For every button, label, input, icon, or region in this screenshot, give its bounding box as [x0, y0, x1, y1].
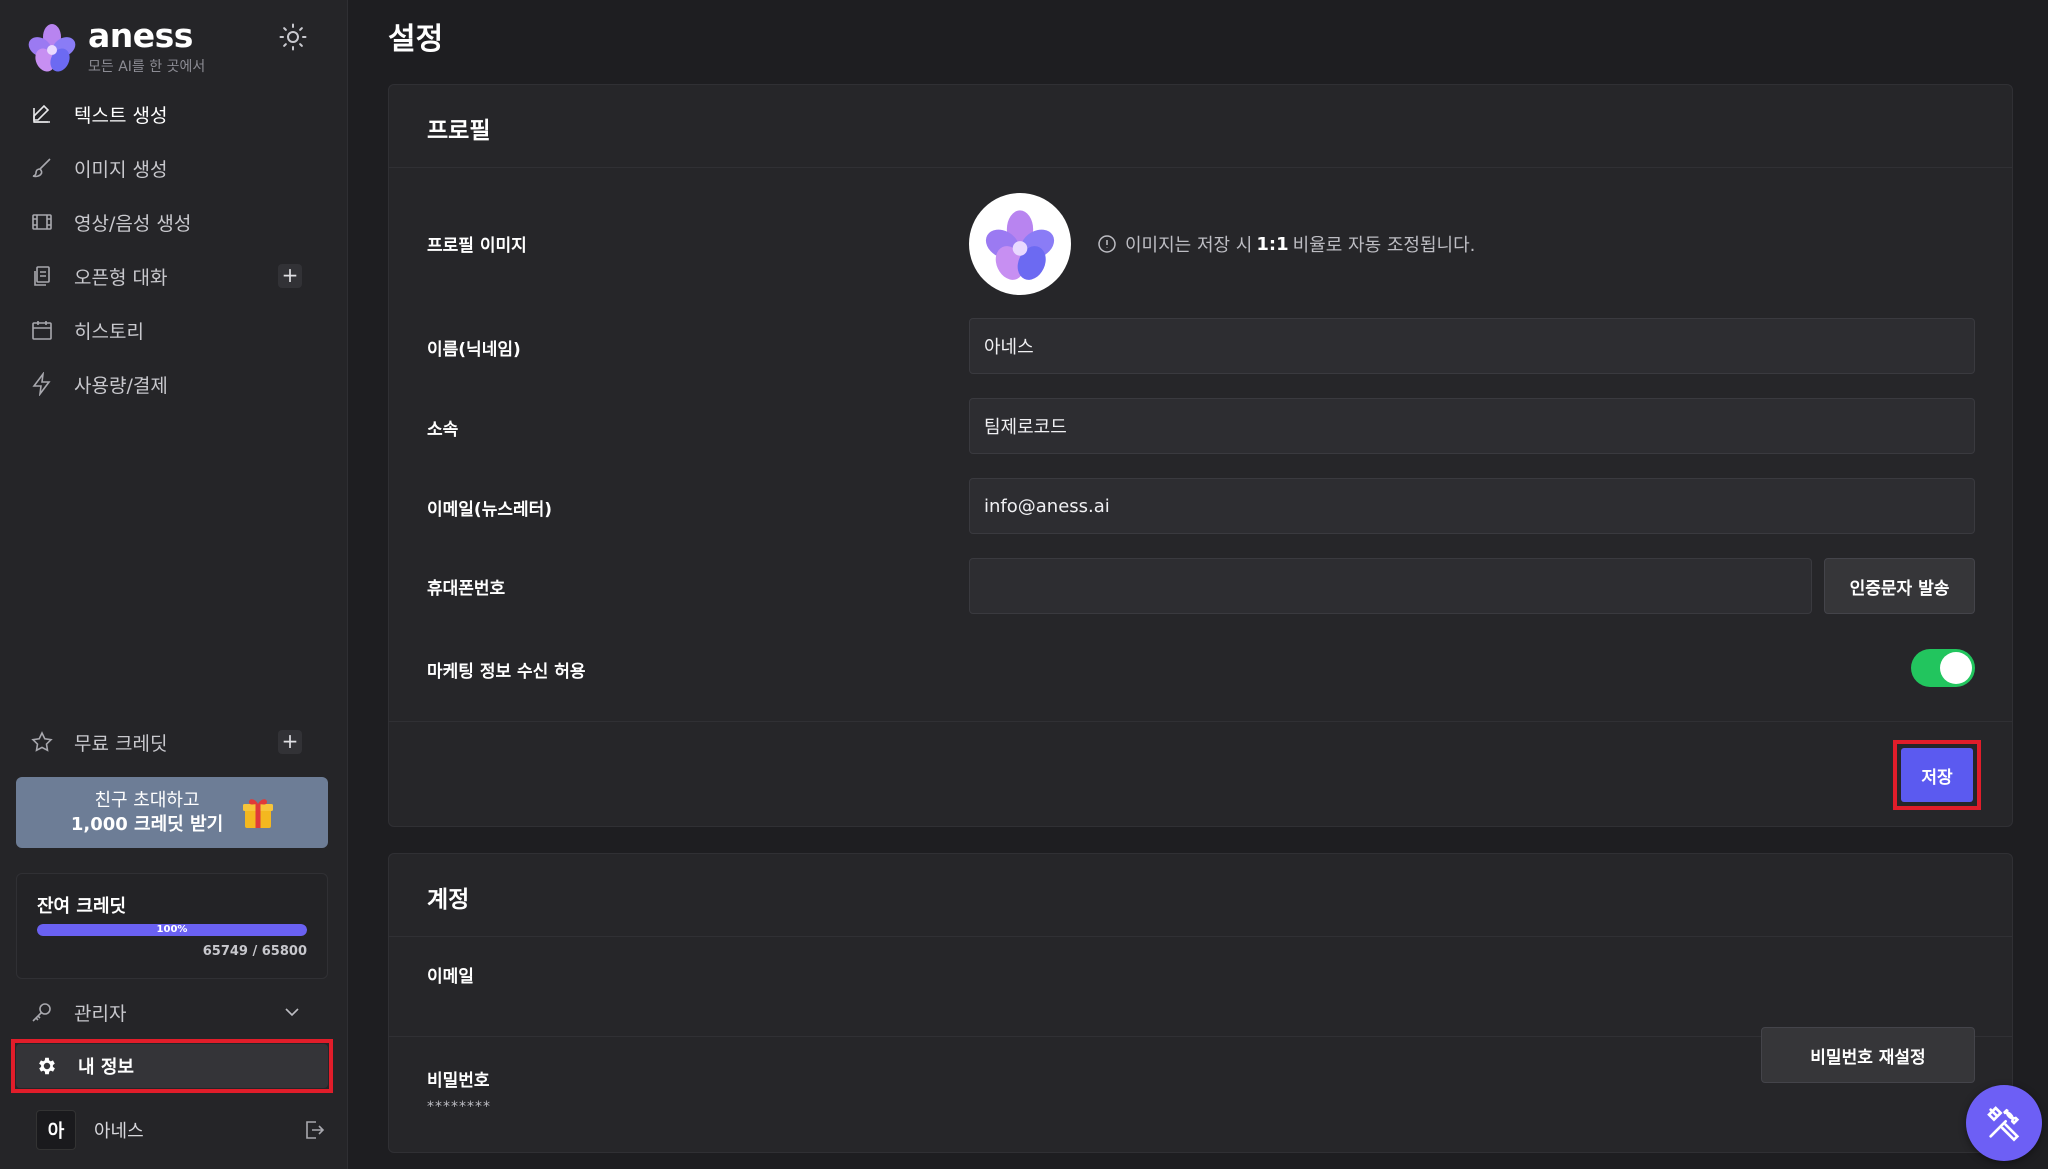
new-chat-plus-button[interactable]: +: [278, 264, 302, 288]
org-input[interactable]: [969, 398, 1975, 454]
account-card-title: 계정: [427, 887, 470, 913]
invite-line-2: 1,000 크레딧 받기: [70, 813, 224, 835]
chevron-down-icon: [285, 1008, 299, 1017]
image-note-ratio: 1:1: [1256, 233, 1289, 255]
marketing-consent-label: 마케팅 정보 수신 허용: [427, 662, 586, 682]
calendar-icon: [32, 321, 52, 340]
account-card-header: 계정: [389, 854, 2012, 937]
sidebar: aness 모든 AI를 한 곳에서 텍스트 생성 이미지 생성 영상/음성 생…: [0, 0, 348, 1169]
brand-tagline: 모든 AI를 한 곳에서: [88, 59, 206, 75]
nav-image-generation[interactable]: 이미지 생성: [30, 148, 320, 188]
invite-line-1: 친구 초대하고: [94, 789, 200, 811]
page-title: 설정: [388, 22, 444, 57]
chat-copy-icon: [34, 266, 50, 286]
profile-card: 프로필 프로필 이미지 이미지는 저장 시 1:1 비율로 자동 조정됩니다. …: [388, 84, 2013, 827]
gift-icon: [243, 798, 274, 828]
credit-percent: 100%: [156, 924, 188, 935]
marketing-consent-toggle[interactable]: [1911, 649, 1975, 687]
credit-progress-bar: 100%: [37, 924, 307, 936]
film-icon: [32, 214, 52, 230]
profile-image-label: 프로필 이미지: [427, 236, 527, 256]
credit-title: 잔여 크레딧: [37, 896, 127, 917]
nav-label: 사용량/결제: [74, 374, 168, 397]
sun-icon[interactable]: [278, 22, 308, 52]
user-profile-row: 아 아네스: [36, 1110, 328, 1150]
nav-admin[interactable]: 관리자: [30, 992, 320, 1032]
nav-video-audio-generation[interactable]: 영상/음성 생성: [30, 202, 320, 242]
remaining-credit-card: 잔여 크레딧 100% 65749 / 65800: [16, 873, 328, 979]
flower-avatar-icon: [985, 210, 1055, 280]
logout-icon[interactable]: [302, 1118, 326, 1142]
email-newsletter-input[interactable]: [969, 478, 1975, 534]
gear-icon: [39, 1057, 55, 1075]
pencil-square-icon: [33, 104, 50, 123]
profile-card-header: 프로필: [389, 85, 2012, 168]
nav-label: 무료 크레딧: [74, 732, 168, 755]
profile-divider: [389, 721, 2012, 722]
password-mask: ********: [427, 1099, 491, 1115]
image-note-pre: 이미지는 저장 시: [1125, 235, 1253, 256]
user-name: 아네스: [94, 1121, 144, 1142]
brand-name: aness: [88, 16, 193, 55]
nav-label: 관리자: [74, 1002, 127, 1025]
phone-label: 휴대폰번호: [427, 579, 506, 599]
nav-my-info[interactable]: 내 정보: [16, 1044, 328, 1088]
save-button[interactable]: 저장: [1901, 748, 1973, 802]
send-sms-button[interactable]: 인증문자 발송: [1824, 558, 1975, 614]
tools-icon: [1987, 1106, 2020, 1142]
paintbrush-icon: [32, 158, 51, 178]
nav-label: 히스토리: [74, 320, 144, 343]
brand[interactable]: aness 모든 AI를 한 곳에서: [26, 18, 205, 76]
nav-free-credit[interactable]: 무료 크레딧 +: [30, 722, 320, 762]
nav-label: 이미지 생성: [74, 158, 168, 181]
reset-password-button[interactable]: 비밀번호 재설정: [1761, 1027, 1975, 1083]
image-note-post: 비율로 자동 조정됩니다.: [1292, 235, 1476, 256]
password-label: 비밀번호: [427, 1071, 490, 1091]
profile-card-title: 프로필: [427, 118, 491, 144]
free-credit-plus-button[interactable]: +: [278, 730, 302, 754]
flower-logo-icon: [28, 24, 76, 72]
name-input[interactable]: [969, 318, 1975, 374]
info-circle-icon: [1098, 235, 1116, 253]
profile-image-note: 이미지는 저장 시 1:1 비율로 자동 조정됩니다.: [1097, 231, 1475, 257]
toggle-knob: [1940, 652, 1972, 684]
phone-input[interactable]: [969, 558, 1812, 614]
nav-label: 영상/음성 생성: [74, 212, 192, 235]
org-label: 소속: [427, 420, 459, 440]
nav-label: 오픈형 대화: [74, 266, 168, 289]
nav-history[interactable]: 히스토리: [30, 310, 320, 350]
name-label: 이름(닉네임): [427, 340, 521, 360]
tools-fab-button[interactable]: [1966, 1085, 2042, 1161]
invite-friend-banner[interactable]: 친구 초대하고 1,000 크레딧 받기: [16, 777, 328, 848]
key-icon: [32, 1003, 51, 1022]
account-email-label: 이메일: [427, 967, 474, 987]
profile-image-upload[interactable]: [969, 193, 1071, 295]
avatar[interactable]: 아: [36, 1110, 76, 1150]
nav-text-generation[interactable]: 텍스트 생성: [30, 94, 320, 134]
nav-usage-billing[interactable]: 사용량/결제: [30, 364, 320, 404]
nav-label: 텍스트 생성: [74, 104, 168, 127]
email-newsletter-label: 이메일(뉴스레터): [427, 500, 553, 520]
nav-label: 내 정보: [78, 1057, 134, 1078]
lightning-icon: [32, 372, 51, 396]
account-card: 계정 이메일 비밀번호 ******** 비밀번호 재설정: [388, 853, 2013, 1153]
star-icon: [31, 731, 53, 752]
nav-open-chat[interactable]: 오픈형 대화 +: [30, 256, 320, 296]
credit-count: 65749 / 65800: [202, 944, 307, 959]
